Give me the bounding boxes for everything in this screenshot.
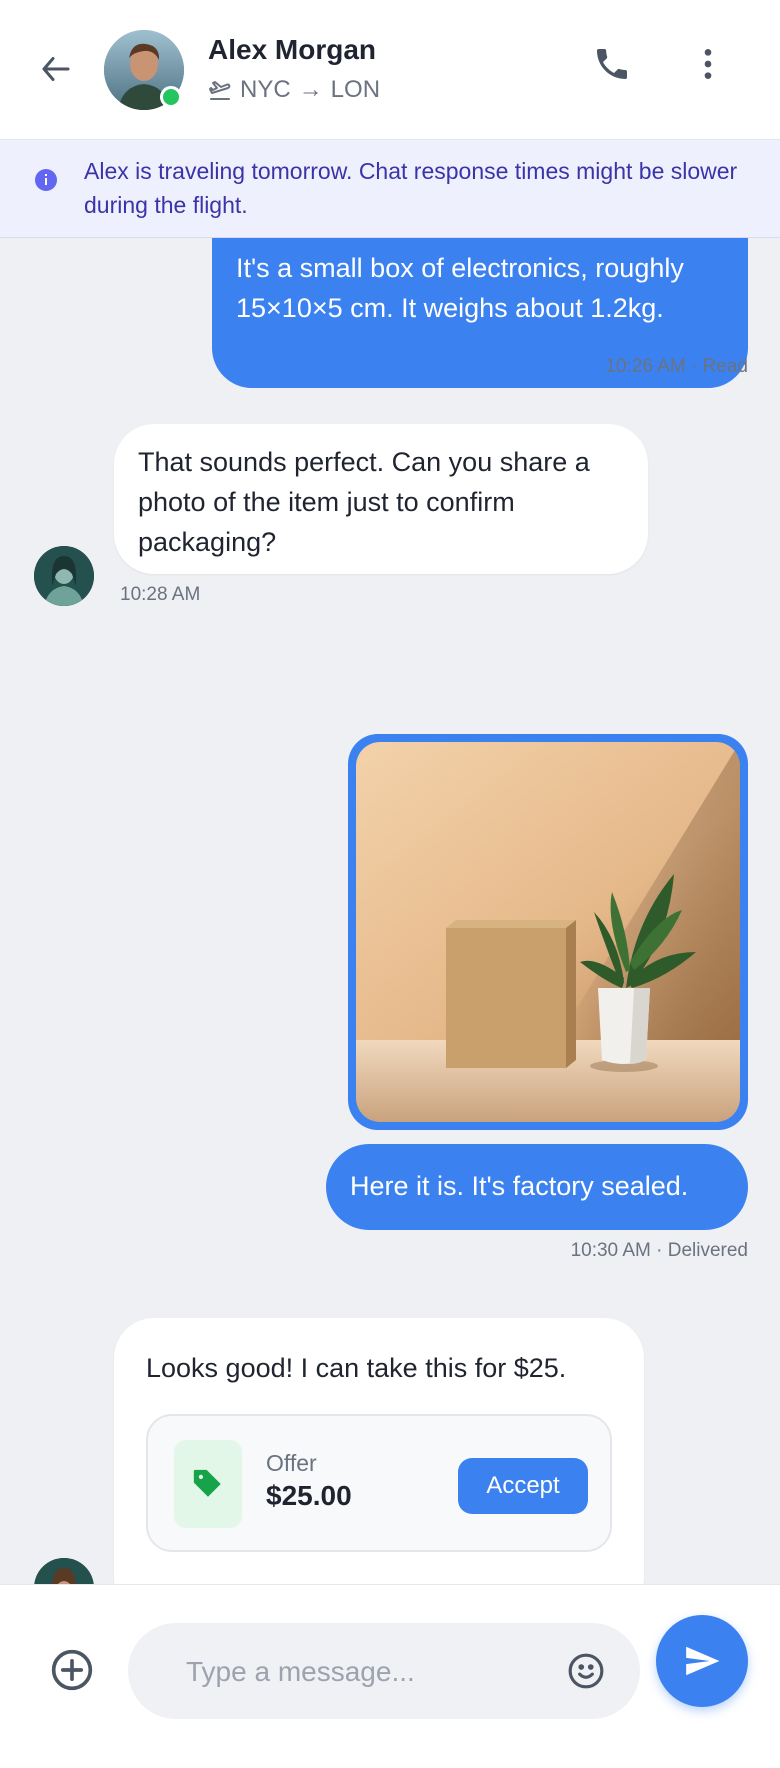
more-options-button[interactable] (684, 40, 732, 88)
message-status: Read (702, 356, 748, 377)
message-meta: 10:26 AM · Read (605, 356, 748, 378)
send-button[interactable] (656, 1615, 748, 1707)
meta-separator: · (650, 1240, 668, 1261)
sender-avatar[interactable] (34, 546, 94, 606)
tag-icon (193, 1469, 221, 1497)
message-status: Delivered (667, 1240, 748, 1261)
call-button[interactable] (588, 40, 636, 88)
message-time: 10:30 AM (570, 1240, 651, 1261)
offer-amount: $25.00 (266, 1480, 352, 1511)
message-bubble-incoming[interactable]: That sounds perfect. Can you share a pho… (114, 424, 648, 574)
arrow-left-icon (42, 57, 70, 81)
message-image-outgoing[interactable] (348, 734, 748, 1130)
shared-photo[interactable] (356, 742, 740, 1122)
plus-circle-icon (51, 1649, 93, 1691)
message-text: Here it is. It's factory sealed. (350, 1171, 689, 1201)
message-list[interactable]: It's a small box of electronics, roughly… (0, 238, 780, 1584)
contact-name: Alex Morgan (208, 34, 377, 65)
send-icon (686, 1646, 720, 1676)
info-icon (34, 168, 58, 197)
emoji-button[interactable] (562, 1647, 610, 1695)
message-meta: 10:30 AM · Delivered (571, 1240, 748, 1262)
travel-notice-text: Alex is traveling tomorrow. Chat respons… (84, 158, 738, 218)
message-time: 10:26 AM (605, 356, 686, 377)
trip-origin: NYC (240, 76, 291, 103)
message-input[interactable] (184, 1645, 558, 1699)
offer-label: Offer (266, 1450, 317, 1476)
accept-offer-button[interactable]: Accept (458, 1458, 588, 1514)
back-button[interactable] (32, 45, 80, 93)
trip-arrow: → (298, 76, 323, 103)
offer-icon-box (174, 1440, 242, 1528)
message-bubble-outgoing[interactable]: Here it is. It's factory sealed. (326, 1144, 748, 1230)
message-time: 10:28 AM (120, 584, 201, 605)
sender-avatar[interactable] (34, 1558, 94, 1584)
trip-route: NYC → LON (208, 76, 380, 104)
message-input-container[interactable] (128, 1623, 640, 1719)
offer-card: Offer $25.00 Accept (146, 1414, 612, 1552)
message-text: That sounds perfect. Can you share a pho… (138, 447, 590, 557)
plane-takeoff-icon (209, 81, 231, 100)
trip-destination: LON (330, 76, 381, 103)
online-status-indicator (160, 86, 182, 108)
message-text: Looks good! I can take this for $25. (146, 1353, 567, 1383)
meta-separator: · (685, 356, 703, 377)
phone-icon (597, 49, 627, 79)
message-text: It's a small box of electronics, roughly… (236, 253, 684, 323)
smile-icon (568, 1653, 604, 1689)
chat-header: Alex Morgan NYC → LON (0, 0, 780, 140)
more-vertical-icon (704, 49, 712, 79)
attach-button[interactable] (44, 1642, 100, 1698)
message-composer (0, 1584, 780, 1768)
